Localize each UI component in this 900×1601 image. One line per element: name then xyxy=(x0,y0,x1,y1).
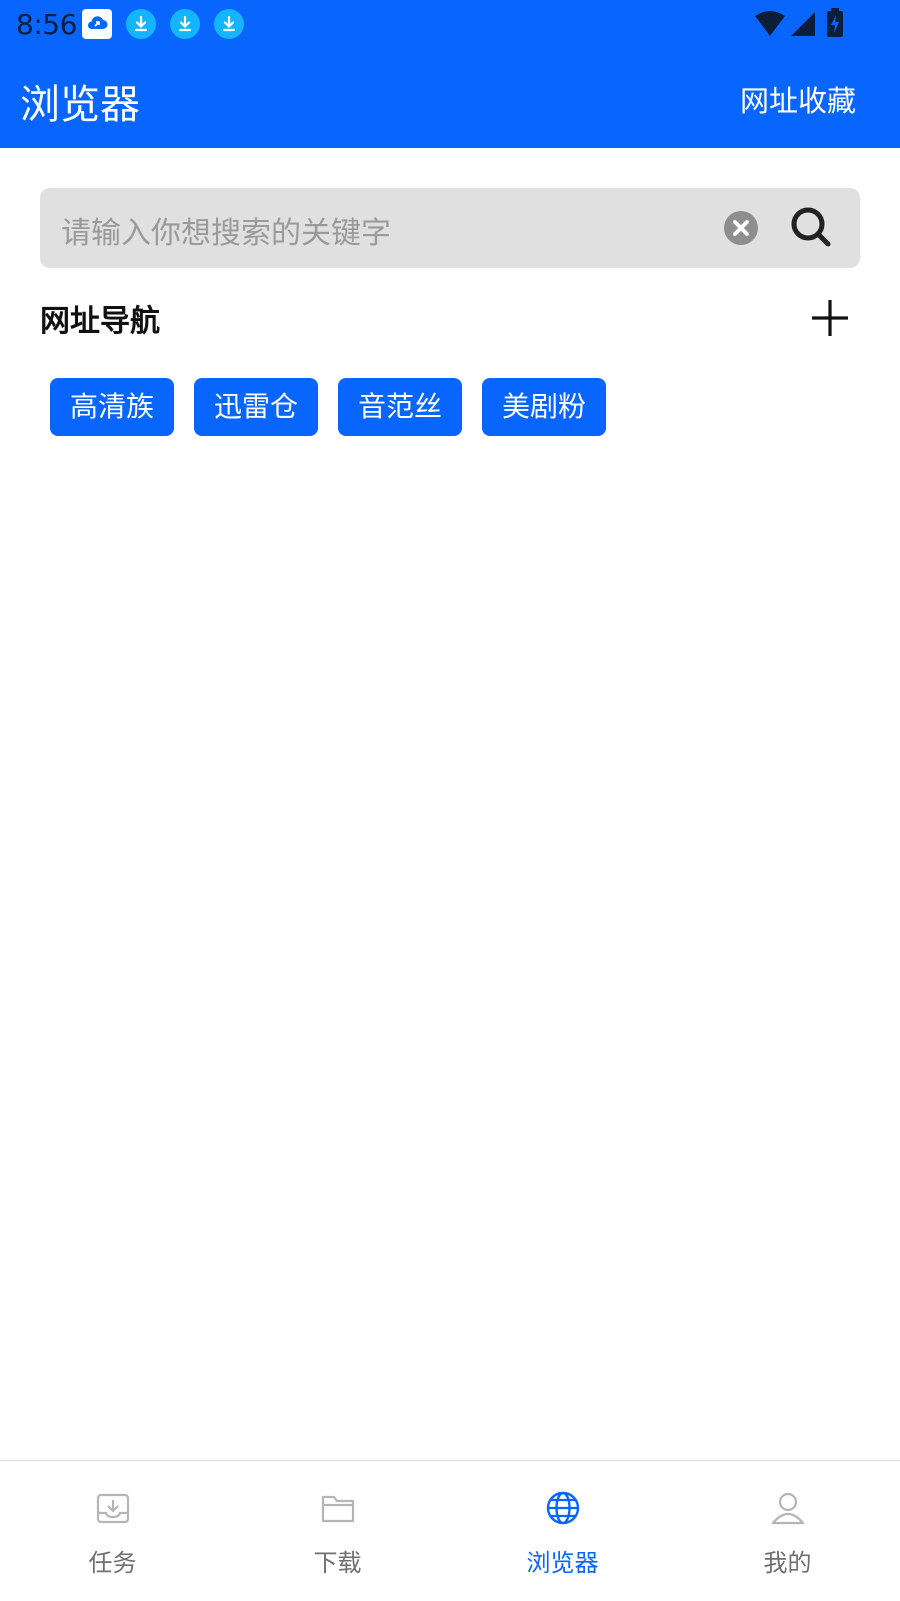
nav-tab-browser[interactable]: 浏览器 xyxy=(450,1461,675,1601)
nav-tab-tasks[interactable]: 任务 xyxy=(0,1461,225,1601)
app-bar-title: 浏览器 xyxy=(20,82,140,128)
search-bar[interactable]: 请输入你想搜索的关键字 xyxy=(40,188,860,268)
site-navigation-title: 网址导航 xyxy=(40,304,160,339)
status-bar: 8:56 xyxy=(0,0,900,48)
cloud-app-icon xyxy=(82,9,112,39)
inbox-download-icon xyxy=(96,1491,130,1525)
download-icon xyxy=(170,9,200,39)
site-chip-meijufen[interactable]: 美剧粉 xyxy=(482,378,606,436)
nav-label-browser: 浏览器 xyxy=(526,1549,599,1577)
bookmark-button[interactable]: 网址收藏 xyxy=(740,78,856,120)
search-icon[interactable] xyxy=(788,204,834,250)
bottom-navigation: 任务 下载 浏览器 我的 xyxy=(0,1460,900,1601)
battery-charging-icon xyxy=(826,8,844,38)
folder-icon xyxy=(321,1491,355,1525)
globe-icon xyxy=(546,1491,580,1525)
plus-icon[interactable] xyxy=(810,298,850,338)
nav-tab-downloads[interactable]: 下载 xyxy=(225,1461,450,1601)
download-icon xyxy=(126,9,156,39)
nav-tab-profile[interactable]: 我的 xyxy=(675,1461,900,1601)
nav-label-downloads: 下载 xyxy=(313,1549,362,1577)
clear-icon[interactable] xyxy=(723,210,759,246)
nav-label-profile: 我的 xyxy=(763,1549,812,1577)
search-input[interactable]: 请输入你想搜索的关键字 xyxy=(61,208,391,252)
status-time: 8:56 xyxy=(16,8,77,41)
download-icon xyxy=(214,9,244,39)
cellular-signal-icon xyxy=(790,10,816,38)
site-chip-gaoqingzu[interactable]: 高清族 xyxy=(50,378,174,436)
site-chip-xunleicang[interactable]: 迅雷仓 xyxy=(194,378,318,436)
wifi-icon xyxy=(754,10,786,38)
person-icon xyxy=(771,1491,805,1525)
nav-label-tasks: 任务 xyxy=(88,1549,137,1577)
site-chip-yinfansi[interactable]: 音范丝 xyxy=(338,378,462,436)
